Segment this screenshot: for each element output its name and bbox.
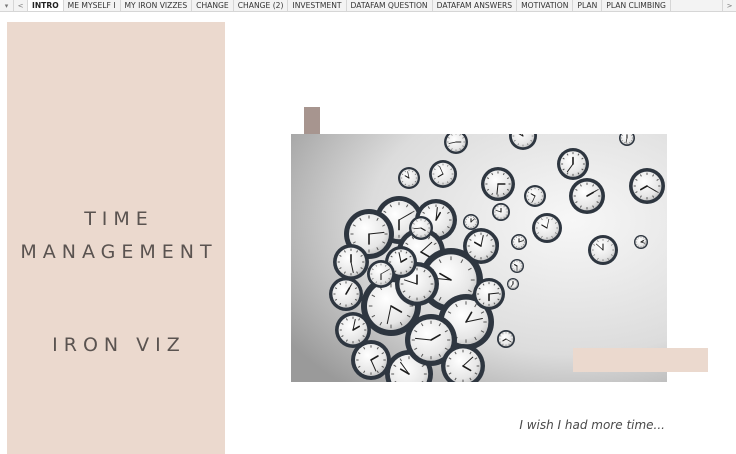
clock-icon [492, 203, 510, 221]
tab-change[interactable]: CHANGE [192, 0, 234, 11]
title-line-1: TIME [84, 208, 154, 230]
tab-change-2[interactable]: CHANGE (2) [234, 0, 289, 11]
clock-icon [333, 244, 369, 280]
sheet-tab-bar: ▾ < INTRO ME MYSELF I MY IRON VIZZES CHA… [0, 0, 736, 12]
chevron-left-icon: < [17, 1, 24, 10]
tab-datafam-answers[interactable]: DATAFAM ANSWERS [433, 0, 518, 11]
tab-intro[interactable]: INTRO [28, 0, 64, 11]
image-caption: I wish I had more time... [519, 418, 665, 432]
clock-icon [463, 228, 499, 264]
clock-icon [398, 167, 420, 189]
title-line-2: MANAGEMENT [20, 241, 218, 263]
accent-bar-horizontal [573, 348, 708, 372]
clock-icon [409, 216, 433, 240]
subtitle: IRON VIZ [52, 334, 186, 356]
title-panel: TIME MANAGEMENT IRON VIZ [7, 22, 225, 454]
clock-icon [429, 160, 457, 188]
tab-datafam-question[interactable]: DATAFAM QUESTION [347, 0, 433, 11]
clocks-forming-human-head-icon [291, 134, 667, 382]
tab-bar-spacer [671, 0, 722, 11]
clock-icon [463, 214, 479, 230]
clock-icon [588, 235, 618, 265]
clocks-head-image [291, 134, 667, 382]
clock-icon [532, 213, 562, 243]
chevron-down-icon: ▾ [4, 1, 9, 10]
clock-icon [629, 168, 665, 204]
clock-icon [481, 167, 515, 201]
tab-plan[interactable]: PLAN [573, 0, 603, 11]
clock-icon [329, 277, 363, 311]
tab-scroll-right-button[interactable]: > [722, 0, 736, 11]
chevron-right-icon: > [726, 1, 733, 10]
clock-icon [557, 148, 589, 180]
clock-icon [510, 259, 524, 273]
clock-icon [473, 278, 505, 310]
tab-me-myself-i[interactable]: ME MYSELF I [64, 0, 121, 11]
clock-icon [524, 185, 546, 207]
clock-icon [634, 235, 648, 249]
clock-icon [367, 260, 395, 288]
tab-scroll-left-button[interactable]: < [14, 0, 28, 11]
tab-motivation[interactable]: MOTIVATION [517, 0, 574, 11]
clock-icon [497, 330, 515, 348]
tab-menu-button[interactable]: ▾ [0, 0, 14, 11]
clock-icon [511, 234, 527, 250]
tab-plan-climbing[interactable]: PLAN CLIMBING [602, 0, 671, 11]
clock-icon [507, 278, 519, 290]
clock-icon [569, 178, 605, 214]
tab-investment[interactable]: INVESTMENT [288, 0, 347, 11]
tab-my-iron-vizzes[interactable]: MY IRON VIZZES [121, 0, 193, 11]
